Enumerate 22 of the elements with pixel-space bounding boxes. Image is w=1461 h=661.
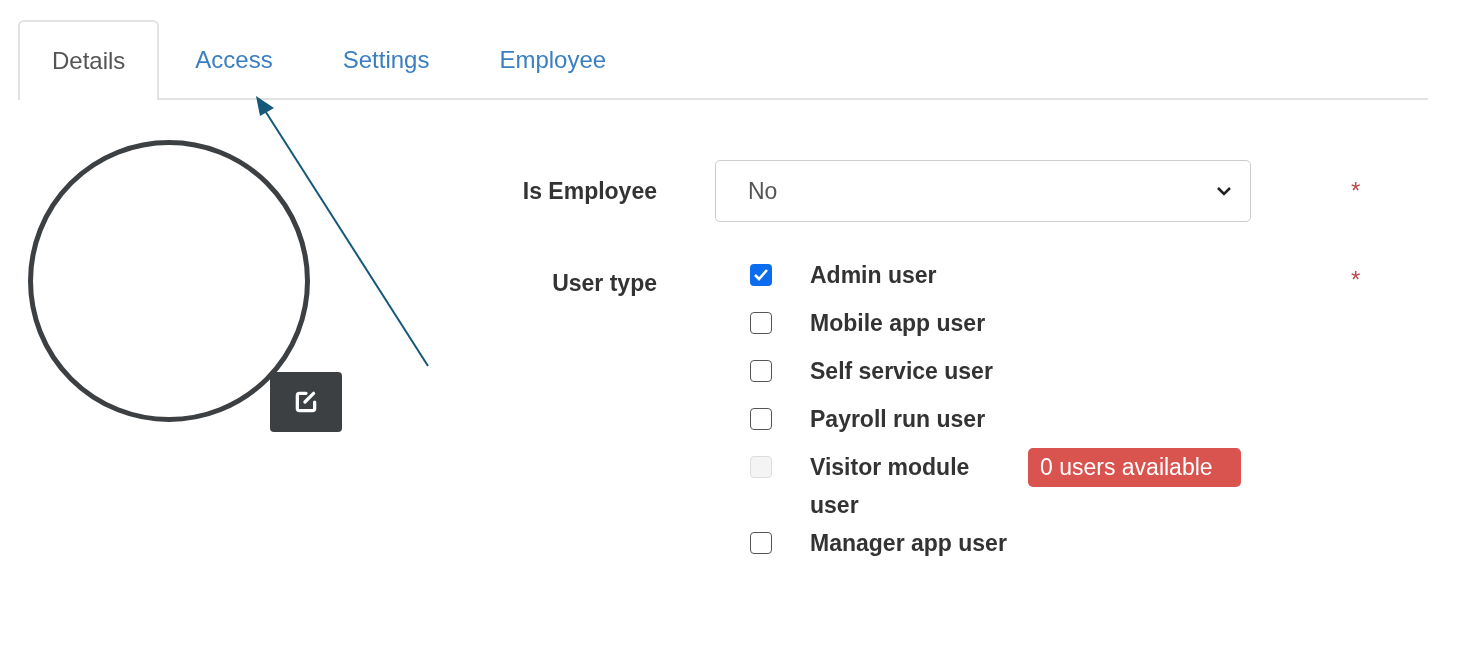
checkbox-label: Visitor module user xyxy=(810,453,971,520)
checkmark-icon xyxy=(753,268,769,282)
checkbox-label: Self service user xyxy=(810,357,994,386)
checkbox-label: Admin user xyxy=(810,261,938,290)
checkbox[interactable] xyxy=(750,312,772,334)
select-field[interactable]: No xyxy=(715,160,1251,222)
checkbox[interactable] xyxy=(750,264,772,286)
required-mark: * xyxy=(1350,176,1361,206)
checkbox-label: Payroll run user xyxy=(810,405,987,434)
tab[interactable]: Details xyxy=(18,20,160,100)
edit-icon xyxy=(293,389,319,415)
checkbox-label: Mobile app user xyxy=(810,309,987,338)
field-label: User type xyxy=(551,269,658,297)
checkbox-label: Manager app user xyxy=(810,529,1008,558)
availability-badge: 0 users available xyxy=(1028,448,1241,487)
field-label: Is Employee xyxy=(521,177,658,206)
checkbox[interactable] xyxy=(750,360,772,382)
required-mark: * xyxy=(1350,265,1361,294)
edit-button[interactable] xyxy=(270,372,342,432)
chevron-down-icon xyxy=(1216,185,1232,197)
checkbox[interactable] xyxy=(750,532,772,554)
checkbox[interactable] xyxy=(750,408,772,430)
